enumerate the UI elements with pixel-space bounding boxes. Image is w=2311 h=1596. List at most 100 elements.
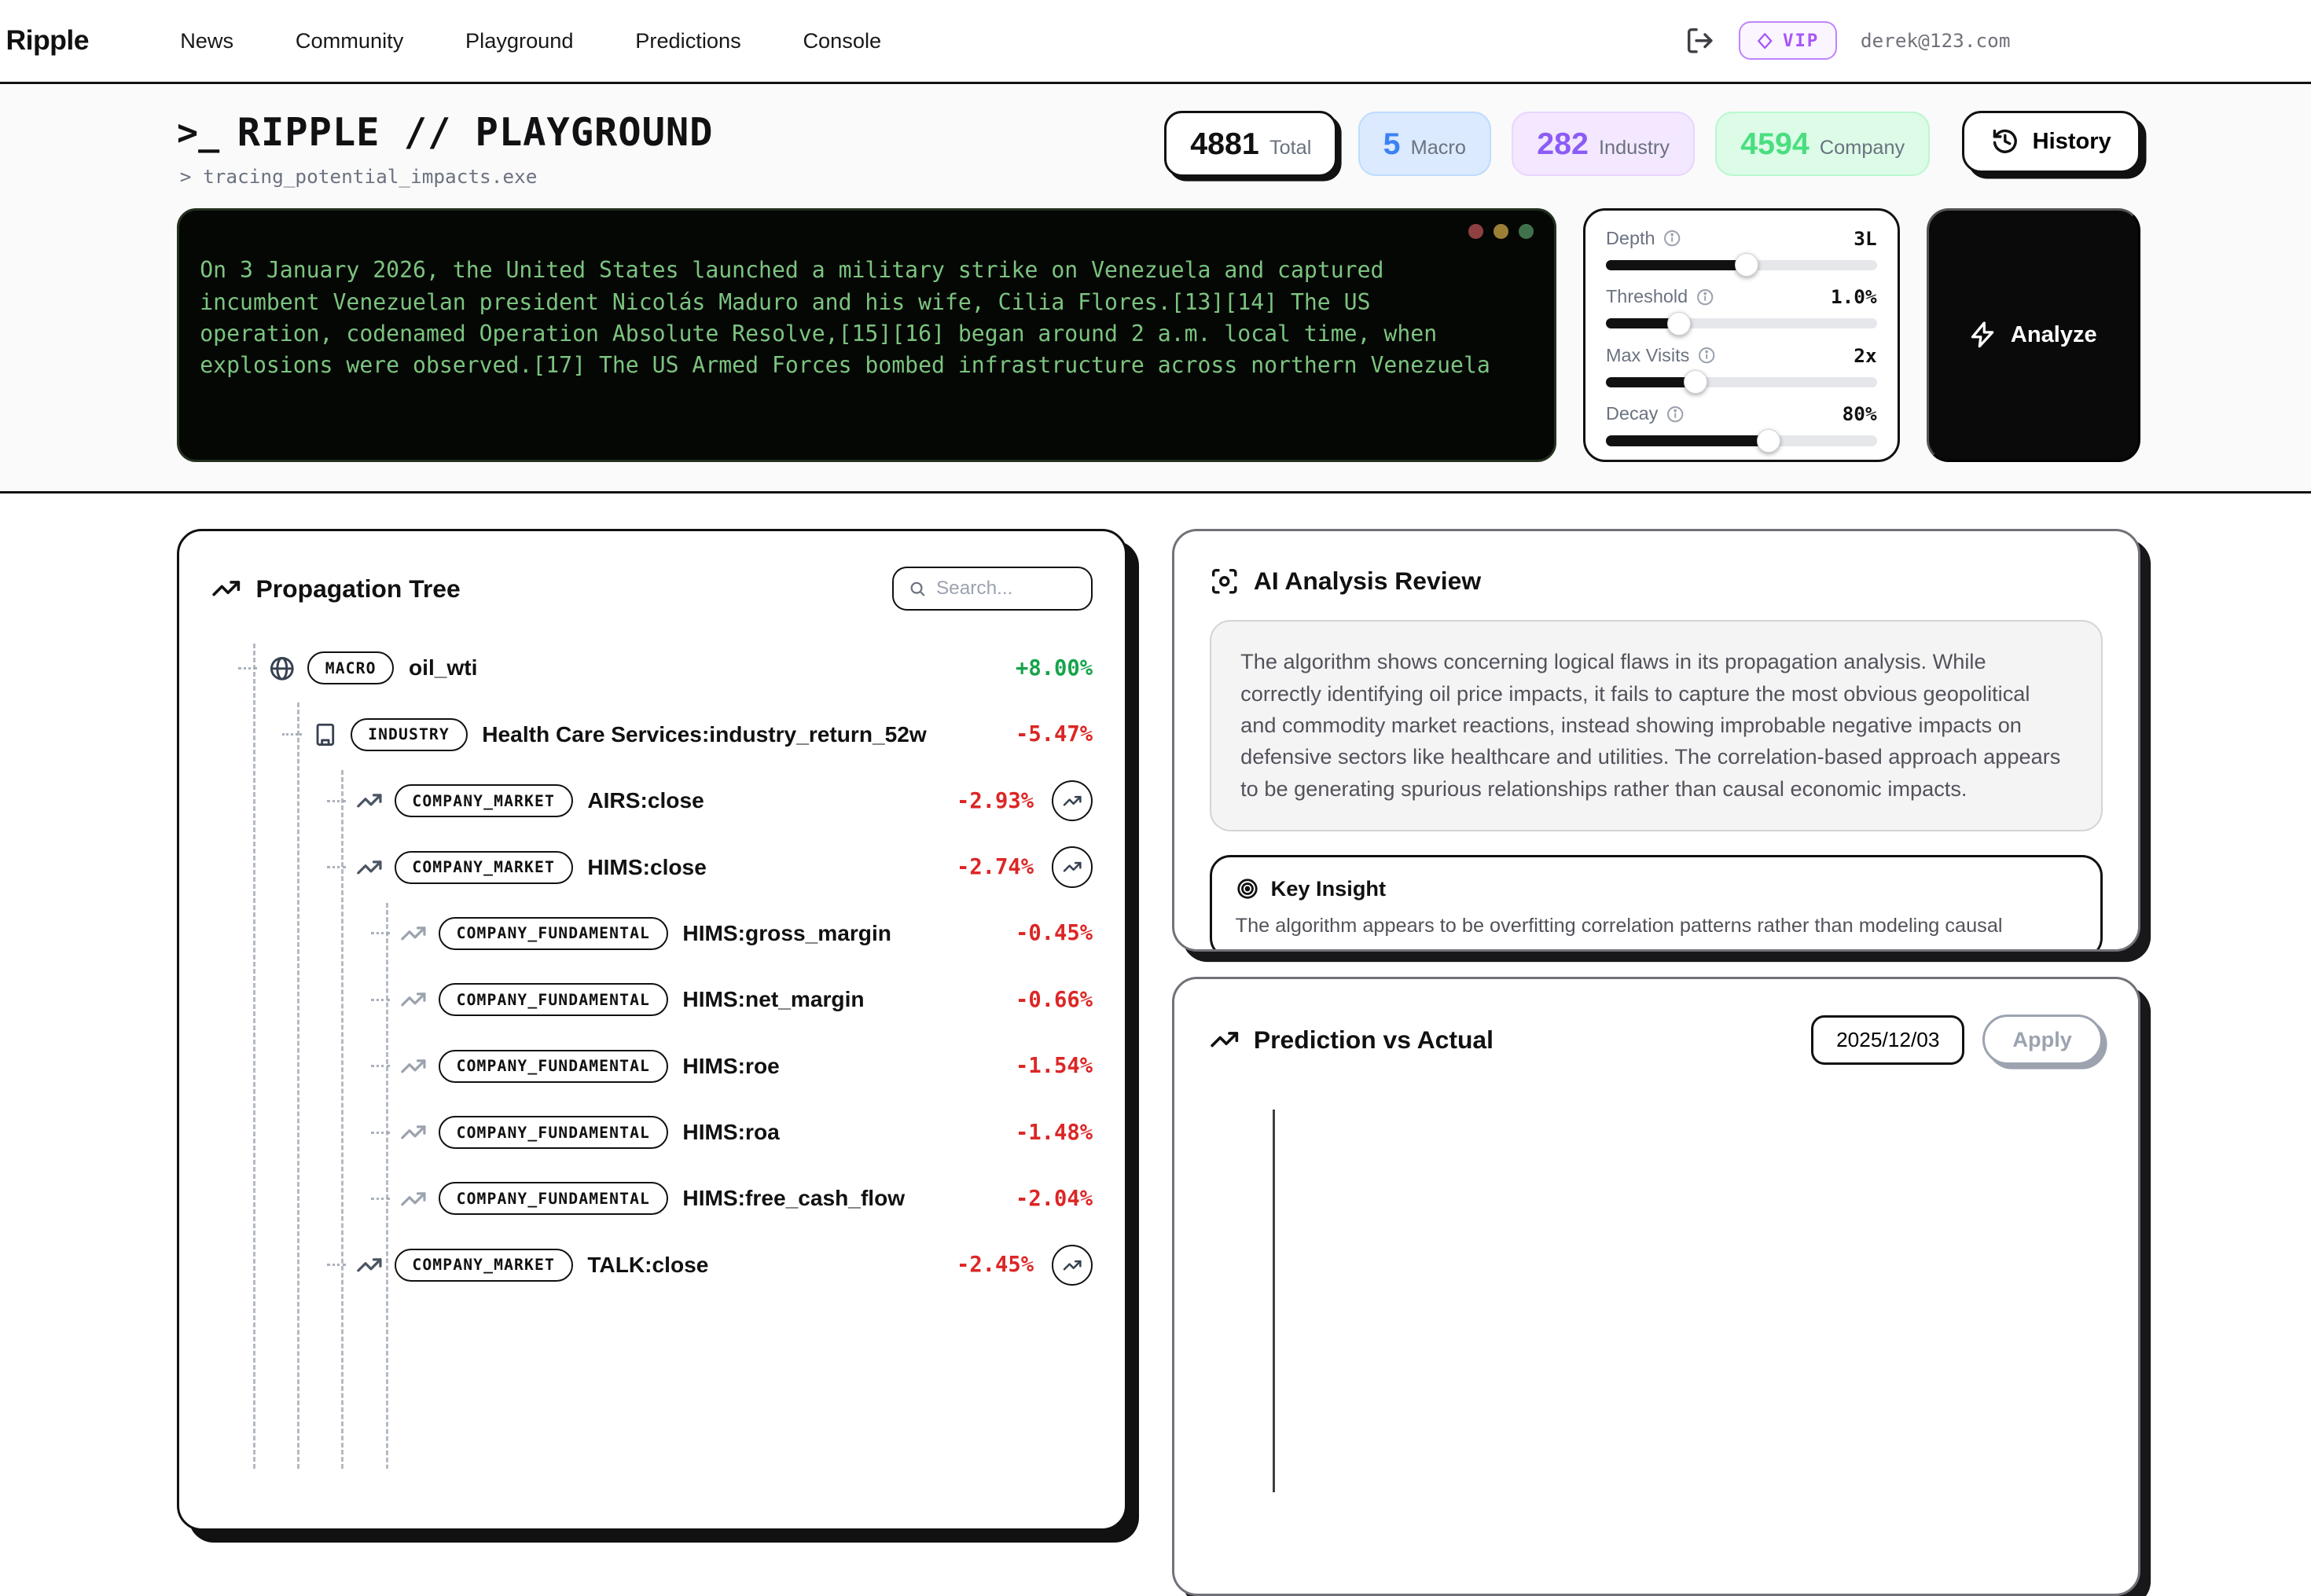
- page-title: RIPPLE // PLAYGROUND: [237, 111, 714, 155]
- info-icon[interactable]: [1663, 229, 1681, 248]
- traffic-red-icon: [1468, 224, 1483, 239]
- node-type-badge: COMPANY_MARKET: [395, 1249, 573, 1282]
- info-icon[interactable]: [1697, 346, 1716, 365]
- analyze-button[interactable]: Analyze: [1927, 208, 2140, 462]
- trending-up-icon: [400, 1186, 427, 1213]
- trending-up-icon: [400, 1119, 427, 1146]
- tree-search-input[interactable]: [936, 578, 1076, 600]
- slider-track-depth[interactable]: [1606, 260, 1877, 270]
- vip-label: VIP: [1783, 31, 1819, 51]
- slider-handle[interactable]: [1735, 253, 1758, 277]
- ai-review-text: The algorithm shows concerning logical f…: [1210, 620, 2103, 831]
- open-chart-button[interactable]: [1052, 1245, 1093, 1286]
- parameter-decay: Decay80%: [1606, 402, 1877, 446]
- tree-row[interactable]: COMPANY_FUNDAMENTALHIMS:free_cash_flow-2…: [211, 1174, 1093, 1224]
- tree-connector: [371, 999, 390, 1001]
- terminal-prompt-icon: >_: [177, 112, 219, 153]
- history-button[interactable]: History: [1962, 111, 2140, 173]
- tree-row[interactable]: COMPANY_FUNDAMENTALHIMS:roa-1.48%: [211, 1107, 1093, 1158]
- top-nav: Ripple News Community Playground Prediction…: [0, 0, 2311, 84]
- tree-row[interactable]: COMPANY_FUNDAMENTALHIMS:gross_margin-0.4…: [211, 908, 1093, 959]
- tree-row[interactable]: COMPANY_MARKETTALK:close-2.45%: [211, 1240, 1093, 1290]
- tree-connector: [371, 932, 390, 934]
- node-impact-value: -1.48%: [1016, 1121, 1093, 1145]
- date-input[interactable]: [1811, 1015, 1964, 1065]
- node-type-badge: COMPANY_FUNDAMENTAL: [439, 1182, 668, 1215]
- node-impact-value: -2.93%: [957, 789, 1034, 813]
- tree-row[interactable]: COMPANY_FUNDAMENTALHIMS:net_margin-0.66%: [211, 974, 1093, 1025]
- nav-item-console[interactable]: Console: [803, 28, 881, 53]
- stat-chip-macro: 5 Macro: [1358, 112, 1491, 177]
- diamond-icon: [1756, 31, 1774, 51]
- history-icon: [1991, 127, 2019, 156]
- apply-button[interactable]: Apply: [1982, 1014, 2103, 1065]
- globe-icon: [268, 655, 296, 683]
- param-value: 3L: [1854, 227, 1876, 250]
- nav-item-predictions[interactable]: Predictions: [635, 28, 740, 53]
- tree-row[interactable]: COMPANY_MARKETHIMS:close-2.74%: [211, 842, 1093, 893]
- stat-label: Industry: [1599, 137, 1670, 160]
- tree-connector: [238, 667, 257, 670]
- param-label: Max Visits: [1606, 345, 1689, 366]
- target-icon: [1236, 877, 1259, 901]
- nav-item-news[interactable]: News: [180, 28, 233, 53]
- nav-item-playground[interactable]: Playground: [465, 28, 573, 53]
- param-value: 2x: [1854, 344, 1876, 367]
- stat-value: 4594: [1740, 127, 1809, 162]
- trending-up-icon: [1210, 1025, 1240, 1055]
- slider-handle[interactable]: [1667, 312, 1691, 336]
- trending-up-icon: [356, 787, 383, 814]
- node-name: AIRS:close: [587, 788, 704, 813]
- prediction-panel: Prediction vs Actual Apply: [1172, 977, 2140, 1596]
- tree-connector: [371, 1198, 390, 1200]
- node-impact-value: -5.47%: [1016, 722, 1093, 747]
- vip-badge[interactable]: VIP: [1739, 21, 1837, 60]
- tree-row[interactable]: INDUSTRYHealth Care Services:industry_re…: [211, 710, 1093, 760]
- chart-y-axis: [1273, 1110, 1275, 1493]
- slider-track-decay[interactable]: [1606, 435, 1877, 446]
- tree-row[interactable]: COMPANY_MARKET AIRS:close -2.93%: [211, 776, 1093, 826]
- node-impact-value: -0.66%: [1016, 988, 1093, 1012]
- stat-label: Total: [1269, 137, 1311, 160]
- node-type-badge: COMPANY_MARKET: [395, 851, 573, 884]
- trending-up-icon: [356, 1252, 383, 1279]
- slider-handle[interactable]: [1757, 429, 1780, 453]
- node-impact-value: +8.00%: [1016, 656, 1093, 681]
- news-terminal[interactable]: On 3 January 2026, the United States lau…: [177, 208, 1556, 462]
- open-chart-button[interactable]: [1052, 846, 1093, 888]
- trending-up-icon: [400, 920, 427, 947]
- parameter-depth: Depth 3L: [1606, 227, 1877, 270]
- node-type-badge: COMPANY_FUNDAMENTAL: [439, 917, 668, 950]
- user-email: derek@123.com: [1861, 29, 2011, 52]
- tree-row[interactable]: COMPANY_FUNDAMENTALHIMS:roe-1.54%: [211, 1041, 1093, 1092]
- nav-item-community[interactable]: Community: [296, 28, 403, 53]
- info-icon[interactable]: [1666, 405, 1685, 424]
- prediction-chart: [1210, 1110, 2103, 1493]
- ai-scan-icon: [1210, 567, 1240, 596]
- slider-track-max-visits[interactable]: [1606, 377, 1877, 387]
- terminal-text: On 3 January 2026, the United States lau…: [200, 255, 1504, 381]
- slider-track-threshold[interactable]: [1606, 318, 1877, 328]
- propagation-tree-panel: Propagation Tree MACROoil_wti+8.00%INDUS…: [177, 529, 1127, 1531]
- stat-value: 5: [1383, 127, 1401, 162]
- stat-label: Macro: [1411, 137, 1466, 160]
- slider-handle[interactable]: [1684, 370, 1707, 394]
- node-type-badge: INDUSTRY: [351, 718, 468, 751]
- logout-icon[interactable]: [1685, 26, 1715, 56]
- node-name: HIMS:close: [587, 855, 707, 880]
- stats-group: 4881Total5Macro282Industry4594Company: [1164, 111, 1930, 178]
- traffic-green-icon: [1519, 224, 1534, 239]
- tree-search-box[interactable]: [892, 567, 1093, 611]
- node-type-badge: COMPANY_FUNDAMENTAL: [439, 983, 668, 1016]
- info-icon[interactable]: [1696, 288, 1714, 306]
- node-impact-value: -0.45%: [1016, 921, 1093, 945]
- param-value: 1.0%: [1831, 285, 1877, 308]
- open-chart-button[interactable]: [1052, 780, 1093, 822]
- brand-logo[interactable]: Ripple: [6, 24, 89, 57]
- tree-row[interactable]: MACROoil_wti+8.00%: [211, 644, 1093, 694]
- page-subtitle: > tracing_potential_impacts.exe: [180, 165, 714, 188]
- trending-up-icon: [400, 1053, 427, 1080]
- node-type-badge: COMPANY_MARKET: [395, 784, 573, 817]
- param-label: Depth: [1606, 228, 1655, 249]
- hero-section: >_ RIPPLE // PLAYGROUND > tracing_potent…: [0, 84, 2311, 493]
